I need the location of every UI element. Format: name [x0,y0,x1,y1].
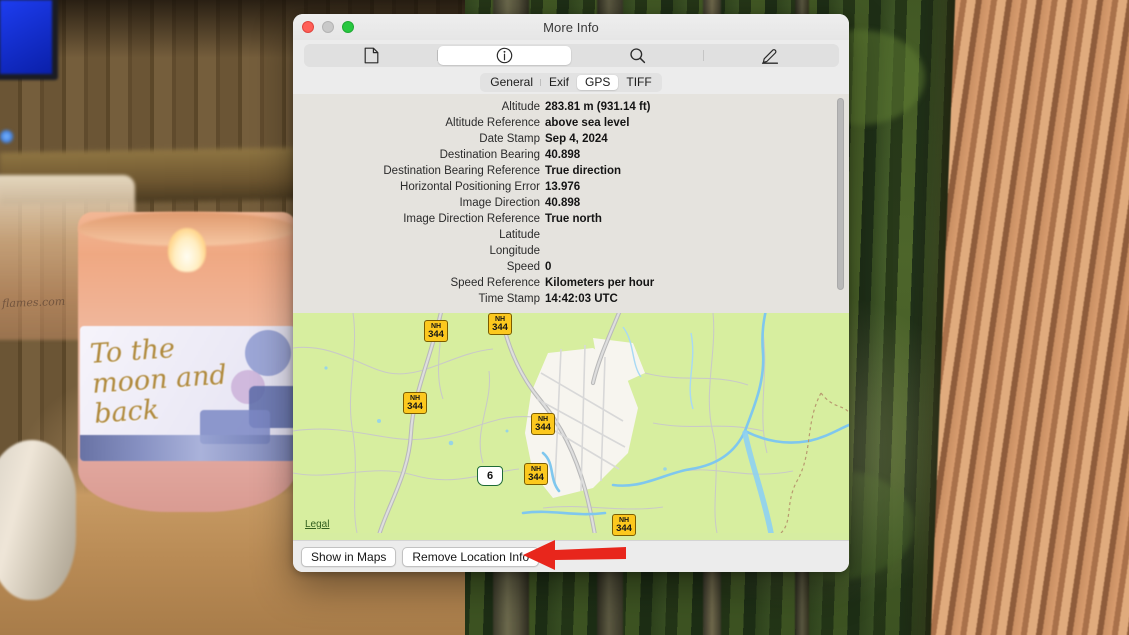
legal-link[interactable]: Legal [305,519,329,530]
tabbar: General Exif GPS TIFF [293,70,849,94]
metadata-value: Kilometers per hour [545,277,849,289]
metadata-row: Longitude [293,243,849,259]
metadata-value: 283.81 m (931.14 ft) [545,101,849,113]
toolbar-segment-search[interactable] [571,46,704,65]
metadata-value: True north [545,213,849,225]
metadata-value: 40.898 [545,197,849,209]
toolbar-segment-markup[interactable] [704,46,837,65]
blue-light-dot [0,130,13,143]
metadata-value: 0 [545,261,849,273]
highway-shield-us6: 6 [477,466,503,486]
metadata-rows: Altitude283.81 m (931.14 ft)Altitude Ref… [293,99,849,307]
highway-shield-nh344: NH 344 [488,313,512,335]
scrollbar-thumb[interactable] [837,98,844,290]
metadata-row: Horizontal Positioning Error13.976 [293,179,849,195]
highway-shield-nh344: NH 344 [424,320,448,342]
shield-number: 344 [428,331,444,340]
candle-label-text: To themoon andback [89,328,265,430]
traffic-lights[interactable] [302,21,354,33]
shield-number: 344 [528,474,544,483]
shield-number: 344 [492,324,508,333]
candle-label: To themoon andback [80,326,295,461]
bottom-toolbar: Show in Maps Remove Location Info [293,540,849,572]
tab-label: General [490,75,533,89]
metadata-row: Image Direction ReferenceTrue north [293,211,849,227]
metadata-value: 40.898 [545,149,849,161]
tab-label: GPS [585,75,610,89]
metadata-scrollbar[interactable] [836,98,845,304]
shield-number: 344 [616,525,632,534]
metadata-row: Altitude283.81 m (931.14 ft) [293,99,849,115]
blue-screen-object [0,0,58,80]
close-button[interactable] [302,21,314,33]
tab-exif[interactable]: Exif [541,75,577,90]
candle-flame [168,228,206,272]
metadata-value: Sep 4, 2024 [545,133,849,145]
metadata-value: above sea level [545,117,849,129]
metadata-row: Destination Bearing ReferenceTrue direct… [293,163,849,179]
gps-metadata-pane[interactable]: Altitude283.81 m (931.14 ft)Altitude Ref… [293,94,849,313]
metadata-label: Longitude [293,245,545,257]
highway-shield-nh344: NH 344 [612,514,636,536]
desktop-background: To themoon andback flames.com More Info [0,0,1129,635]
window-titlebar[interactable]: More Info [293,14,849,40]
metadata-row: Altitude Referenceabove sea level [293,115,849,131]
metadata-label: Altitude Reference [293,117,545,129]
metadata-row: Time Stamp14:42:03 UTC [293,291,849,307]
metadata-tabs[interactable]: General Exif GPS TIFF [480,73,661,92]
metadata-label: Latitude [293,229,545,241]
zoom-button[interactable] [342,21,354,33]
metadata-row: Image Direction40.898 [293,195,849,211]
metadata-row: Latitude [293,227,849,243]
document-icon [364,47,379,64]
segmented-control[interactable] [304,44,839,67]
shield-number: 344 [407,403,423,412]
metadata-label: Time Stamp [293,293,545,305]
metadata-label: Date Stamp [293,133,545,145]
metadata-value: 13.976 [545,181,849,193]
metadata-value: 14:42:03 UTC [545,293,849,305]
metadata-label: Image Direction [293,197,545,209]
highway-shield-nh344: NH 344 [403,392,427,414]
shield-number: 344 [535,424,551,433]
minimize-button[interactable] [322,21,334,33]
metadata-label: Destination Bearing [293,149,545,161]
metadata-row: Speed0 [293,259,849,275]
highway-shield-nh344: NH 344 [531,413,555,435]
highway-shield-nh344: NH 344 [524,463,548,485]
label-stripe [80,435,295,461]
markup-pen-icon [761,47,779,64]
metal-tin-lid [0,440,76,600]
metadata-label: Altitude [293,101,545,113]
metadata-label: Image Direction Reference [293,213,545,225]
window-title: More Info [293,20,849,35]
tab-gps[interactable]: GPS [577,75,618,90]
metadata-label: Speed [293,261,545,273]
metadata-label: Destination Bearing Reference [293,165,545,177]
metadata-label: Horizontal Positioning Error [293,181,545,193]
metadata-row: Destination Bearing40.898 [293,147,849,163]
remove-location-info-button[interactable]: Remove Location Info [402,547,539,567]
toolbar-segment-info[interactable] [438,46,571,65]
toolbar-segment-document[interactable] [306,46,439,65]
show-in-maps-button[interactable]: Show in Maps [301,547,396,567]
toolbar [293,40,849,70]
location-map[interactable]: una NH 344 NH 344 NH 344 NH 344 NH 344 [293,313,849,540]
metadata-row: Speed ReferenceKilometers per hour [293,275,849,291]
search-icon [629,47,646,64]
metadata-row: Date StampSep 4, 2024 [293,131,849,147]
tab-label: TIFF [626,75,651,89]
tab-label: Exif [549,75,569,89]
sequoia-trunk [930,0,1129,635]
metadata-label: Speed Reference [293,277,545,289]
tab-tiff[interactable]: TIFF [618,75,659,90]
tab-general[interactable]: General [482,75,541,90]
photo-watermark: flames.com [2,295,66,310]
info-icon [496,47,513,64]
metadata-value: True direction [545,165,849,177]
map-canvas [293,313,849,533]
more-info-window[interactable]: More Info [293,14,849,572]
shield-number: 6 [487,470,493,482]
